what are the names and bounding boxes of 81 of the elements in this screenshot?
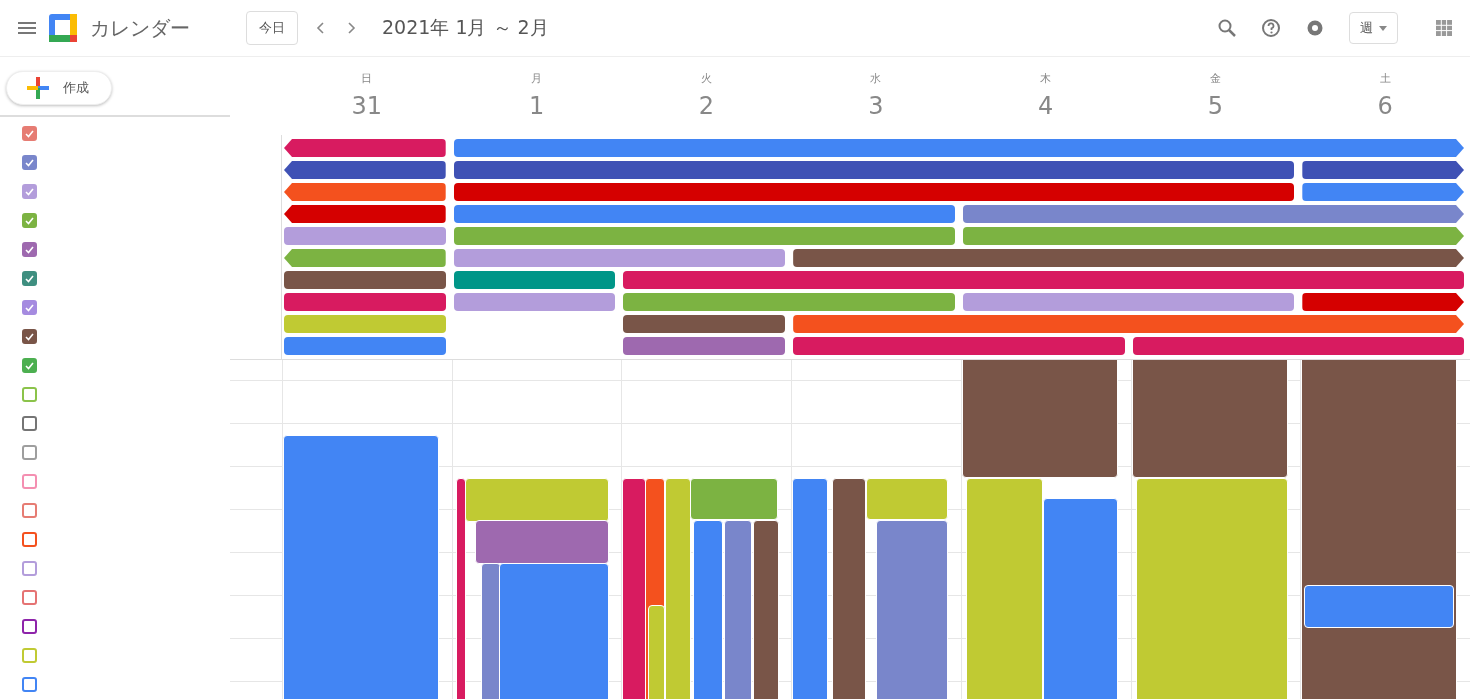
check-icon [25, 303, 34, 312]
date-number[interactable]: 4 [1038, 92, 1054, 120]
calendar-checkbox[interactable] [22, 184, 37, 199]
search-icon [1217, 18, 1237, 38]
check-icon [25, 274, 34, 283]
calendar-event[interactable] [792, 478, 829, 699]
calendar-event[interactable] [876, 520, 949, 699]
calendar-checkbox[interactable] [22, 416, 37, 431]
calendar-event[interactable] [693, 520, 724, 699]
grid-icon [1436, 20, 1452, 36]
today-button[interactable]: 今日 [246, 11, 298, 45]
calendar-event[interactable] [1304, 585, 1455, 628]
calendar-event[interactable] [832, 478, 867, 699]
help-icon [1261, 18, 1281, 38]
calendar-event[interactable] [474, 520, 609, 564]
calendar-checkbox[interactable] [22, 561, 37, 576]
calendar-event[interactable] [753, 520, 780, 699]
date-number[interactable]: 6 [1377, 92, 1393, 120]
all-day-event[interactable] [1302, 293, 1464, 311]
weekday-label: 木 [1040, 71, 1052, 86]
calendar-checkbox[interactable] [22, 677, 37, 692]
view-dropdown[interactable]: 週 [1349, 12, 1398, 44]
weekday-label: 金 [1209, 71, 1221, 86]
all-day-event[interactable] [284, 139, 446, 157]
all-day-event[interactable] [284, 183, 446, 201]
calendar-checkbox[interactable] [22, 532, 37, 547]
check-icon [25, 361, 34, 370]
calendar-event[interactable] [455, 478, 466, 699]
all-day-event[interactable] [284, 161, 446, 179]
weekday-label: 土 [1379, 71, 1391, 86]
menu-icon[interactable] [18, 21, 36, 35]
date-range: 2021年 1月 ～ 2月 [382, 15, 549, 40]
calendar-event[interactable] [464, 478, 609, 522]
check-icon [25, 187, 34, 196]
plus-icon [25, 75, 51, 101]
calendar-checkbox[interactable] [22, 271, 37, 286]
calendar-checkbox[interactable] [22, 474, 37, 489]
calendar-logo-icon [48, 13, 78, 43]
calendar-checkbox[interactable] [22, 358, 37, 373]
calendar-checkbox[interactable] [22, 503, 37, 518]
app-title: カレンダー [90, 14, 190, 42]
check-icon [25, 129, 34, 138]
calendar-event[interactable] [724, 520, 753, 699]
weekday-label: 日 [361, 71, 373, 86]
date-number[interactable]: 3 [868, 92, 884, 120]
calendar-event[interactable] [480, 563, 501, 699]
all-day-event[interactable] [1302, 183, 1464, 201]
check-icon [25, 245, 34, 254]
chevron-left-icon [316, 22, 324, 34]
calendar-checkbox[interactable] [22, 126, 37, 141]
date-number[interactable]: 5 [1207, 92, 1224, 120]
all-day-event[interactable] [1302, 161, 1464, 179]
calendar-checkbox[interactable] [22, 329, 37, 344]
calendar-checkbox[interactable] [22, 648, 37, 663]
calendar-checkbox[interactable] [22, 387, 37, 402]
calendar-event[interactable] [498, 563, 609, 699]
calendar-checkbox[interactable] [22, 213, 37, 228]
calendar-checkbox[interactable] [22, 445, 37, 460]
date-number[interactable]: 31 [351, 92, 383, 120]
caret-icon [1379, 25, 1387, 31]
settings-icon [1305, 18, 1325, 38]
date-number[interactable]: 1 [528, 92, 545, 120]
check-icon [25, 216, 34, 225]
check-icon [25, 332, 34, 341]
weekday-label: 火 [700, 71, 712, 86]
calendar-checkbox[interactable] [22, 242, 37, 257]
weekday-label: 月 [531, 71, 543, 86]
calendar-event[interactable] [1131, 360, 1288, 478]
calendar-checkbox[interactable] [22, 300, 37, 315]
date-number[interactable]: 2 [698, 92, 714, 120]
chevron-right-icon [348, 22, 356, 34]
calendar-checkbox[interactable] [22, 155, 37, 170]
check-icon [25, 158, 34, 167]
weekday-label: 水 [870, 71, 882, 86]
calendar-event[interactable] [622, 478, 647, 699]
calendar-event[interactable] [1042, 498, 1118, 699]
calendar-checkbox[interactable] [22, 590, 37, 605]
calendar-checkbox[interactable] [22, 619, 37, 634]
calendar-event[interactable] [961, 360, 1118, 478]
create-button[interactable]: 作成 [6, 71, 112, 105]
all-day-event[interactable] [284, 205, 446, 223]
